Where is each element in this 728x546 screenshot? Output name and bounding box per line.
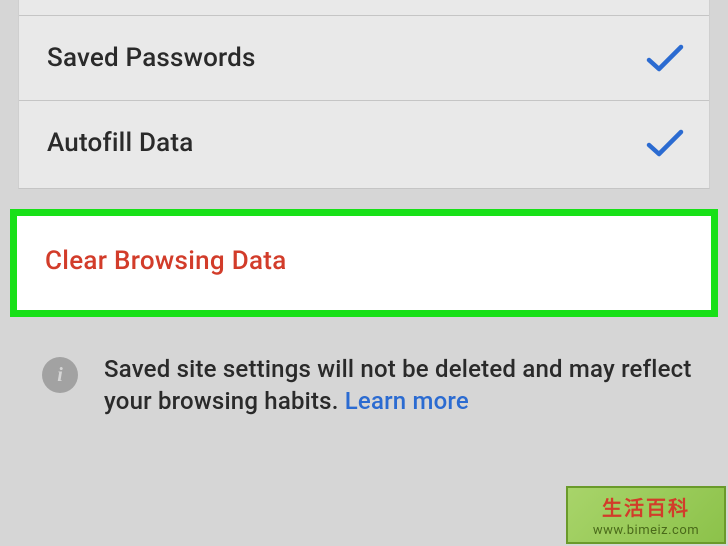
learn-more-link[interactable]: Learn more xyxy=(345,387,469,415)
autofill-data-label: Autofill Data xyxy=(47,128,193,158)
info-text: Saved site settings will not be deleted … xyxy=(104,353,696,418)
clear-browsing-data-label: Clear Browsing Data xyxy=(45,246,287,276)
clear-browsing-data-button[interactable]: Clear Browsing Data xyxy=(10,209,718,317)
watermark-url: www.bimeiz.com xyxy=(593,523,699,538)
partial-row-divider xyxy=(19,0,709,16)
check-icon xyxy=(645,127,685,159)
settings-card: Saved Passwords Autofill Data xyxy=(18,0,710,185)
check-icon xyxy=(645,42,685,74)
watermark-title: 生活百科 xyxy=(602,492,690,521)
card-bottom-edge xyxy=(18,185,710,189)
saved-passwords-row[interactable]: Saved Passwords xyxy=(19,16,709,101)
watermark-badge: 生活百科 www.bimeiz.com xyxy=(566,486,726,544)
saved-passwords-label: Saved Passwords xyxy=(47,43,256,73)
info-section: i Saved site settings will not be delete… xyxy=(0,325,728,418)
autofill-data-row[interactable]: Autofill Data xyxy=(19,101,709,185)
info-icon: i xyxy=(42,357,78,393)
